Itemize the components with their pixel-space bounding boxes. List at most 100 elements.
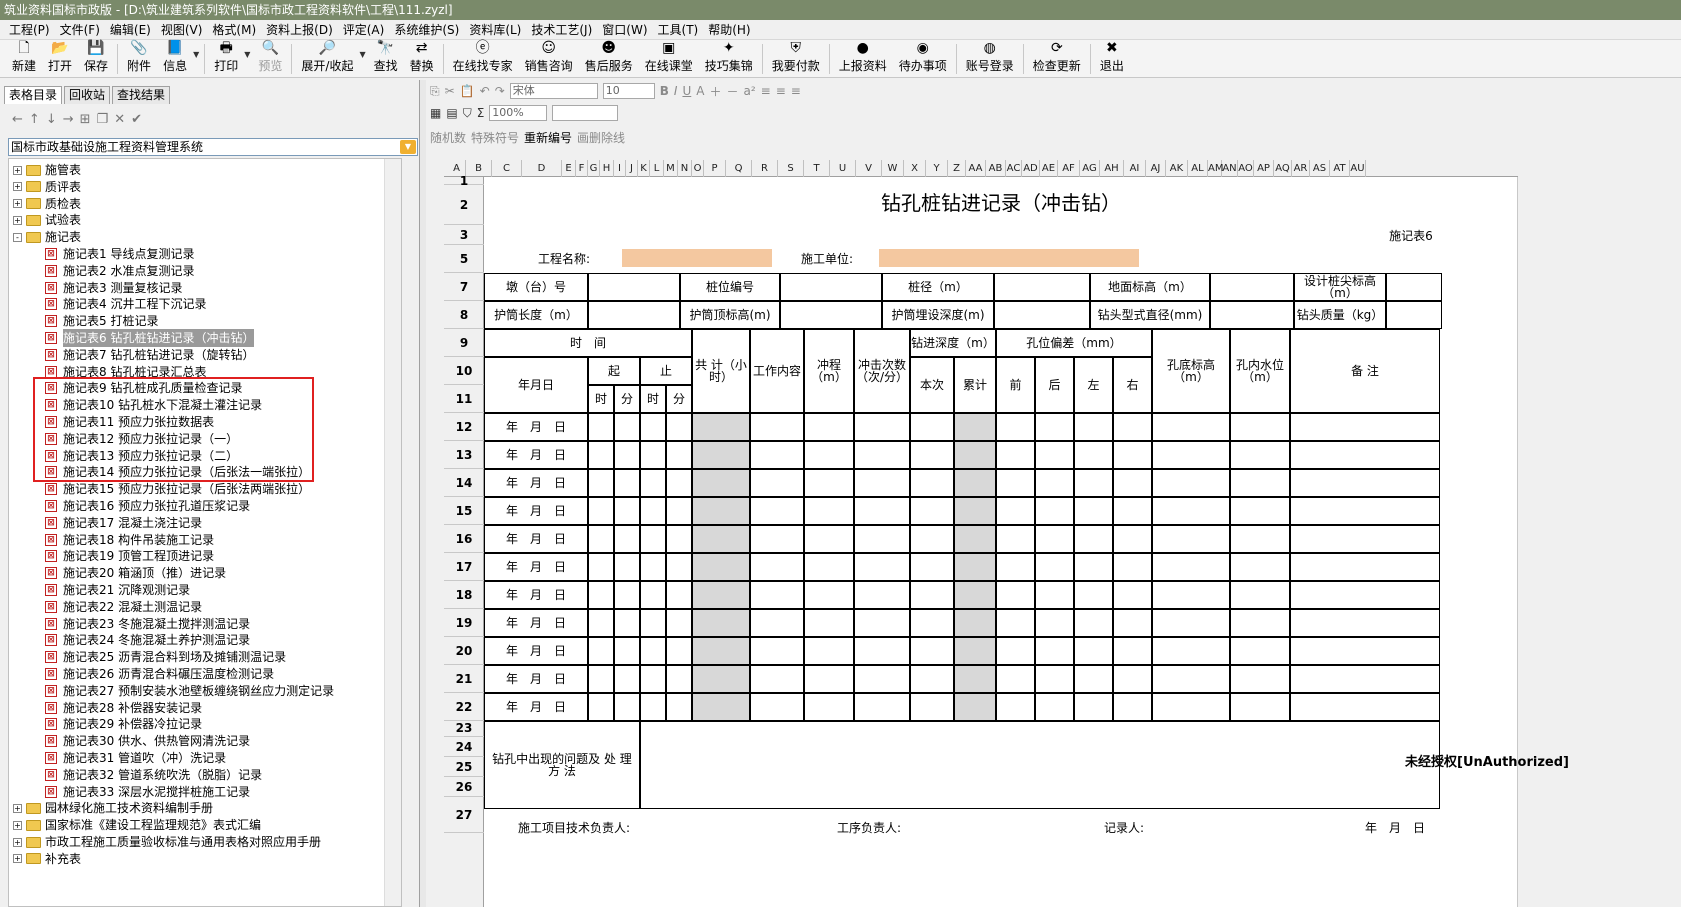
data-cell[interactable] — [614, 553, 640, 581]
tree-item[interactable]: ⊠ 施记表12 预应力张拉记录（一） — [45, 430, 238, 448]
data-cell[interactable] — [1074, 665, 1113, 693]
data-cell[interactable] — [640, 553, 666, 581]
data-cell[interactable] — [692, 609, 750, 637]
menu-format[interactable]: 格式(M) — [207, 21, 261, 39]
service-button[interactable]: ☻ 售后服务 — [579, 41, 639, 77]
data-cell[interactable] — [666, 553, 692, 581]
data-cell[interactable] — [666, 469, 692, 497]
tree-item[interactable]: ⊠ 施记表28 补偿器安装记录 — [45, 699, 202, 717]
data-cell[interactable] — [1113, 413, 1152, 441]
row-header-cell[interactable]: 17 — [444, 553, 484, 581]
data-cell[interactable] — [1290, 609, 1440, 637]
chevron-down-icon[interactable]: ▼ — [244, 50, 252, 77]
row-header-cell[interactable]: 20 — [444, 637, 484, 665]
tree-item[interactable]: ⊠ 施记表15 预应力张拉记录（后张法两端张拉） — [45, 480, 310, 498]
column-header-cell[interactable]: AL — [1188, 160, 1208, 177]
chevron-down-icon[interactable]: ▼ — [359, 50, 367, 77]
column-header-cell[interactable]: V — [856, 160, 882, 177]
tree-item[interactable]: ⊠ 施记表22 混凝土测温记录 — [45, 598, 202, 616]
data-cell[interactable] — [1290, 469, 1440, 497]
classroom-button[interactable]: ▣ 在线课堂 — [639, 41, 699, 77]
data-cell[interactable] — [1074, 413, 1113, 441]
data-cell[interactable] — [954, 441, 996, 469]
data-cell[interactable] — [614, 413, 640, 441]
data-cell[interactable] — [804, 581, 854, 609]
data-cell[interactable] — [1230, 553, 1290, 581]
random-number-button[interactable]: 随机数 — [430, 129, 466, 146]
menu-view[interactable]: 视图(V) — [156, 21, 208, 39]
expand-icon[interactable]: + — [13, 215, 22, 225]
data-cell[interactable] — [750, 497, 804, 525]
data-cell[interactable] — [1230, 609, 1290, 637]
data-cell[interactable] — [854, 413, 910, 441]
row-header-cell[interactable]: 5 — [444, 245, 484, 273]
column-header-cell[interactable]: AT — [1330, 160, 1350, 177]
data-cell[interactable] — [804, 497, 854, 525]
data-cell[interactable] — [910, 413, 954, 441]
data-cell[interactable] — [854, 665, 910, 693]
data-cell[interactable] — [854, 497, 910, 525]
data-cell[interactable] — [854, 553, 910, 581]
tree-folder[interactable]: + 园林绿化施工技术资料编制手册 — [13, 799, 213, 817]
data-cell[interactable] — [588, 497, 614, 525]
data-cell[interactable] — [854, 469, 910, 497]
sum-icon[interactable]: Σ — [477, 106, 485, 120]
tree-item[interactable]: ⊠ 施记表11 预应力张拉数据表 — [45, 413, 214, 431]
data-cell[interactable] — [996, 665, 1035, 693]
tab-search-results[interactable]: 查找结果 — [112, 86, 171, 104]
data-cell[interactable] — [614, 441, 640, 469]
column-header-cell[interactable]: AD — [1022, 160, 1040, 177]
data-cell[interactable] — [666, 581, 692, 609]
data-cell[interactable] — [692, 441, 750, 469]
find-button[interactable]: 🔭 查找 — [368, 41, 404, 77]
underline-icon[interactable]: U — [682, 84, 691, 98]
data-cell[interactable] — [1035, 581, 1074, 609]
data-cell[interactable] — [804, 469, 854, 497]
field-value-input[interactable] — [1386, 273, 1442, 301]
tree-item[interactable]: ⊠ 施记表18 构件吊装施工记录 — [45, 531, 214, 549]
tree-folder[interactable]: + 市政工程施工质量验收标准与通用表格对照应用手册 — [13, 833, 321, 851]
data-cell[interactable] — [666, 497, 692, 525]
data-cell[interactable] — [954, 637, 996, 665]
redo-icon[interactable]: ↷ — [495, 84, 505, 98]
data-cell[interactable] — [996, 609, 1035, 637]
tree-item[interactable]: ⊠ 施记表27 预制安装水池壁板缠绕钢丝应力测定记录 — [45, 682, 334, 700]
data-cell[interactable] — [750, 553, 804, 581]
column-header-cell[interactable]: AB — [986, 160, 1006, 177]
menu-help[interactable]: 帮助(H) — [703, 21, 755, 39]
data-cell[interactable] — [1113, 441, 1152, 469]
data-cell[interactable] — [692, 665, 750, 693]
info-button[interactable]: 📘 信息 — [157, 41, 193, 77]
data-cell[interactable] — [692, 497, 750, 525]
data-cell[interactable] — [692, 525, 750, 553]
tree-item[interactable]: ⊠ 施记表25 沥青混合料到场及摊铺测温记录 — [45, 648, 286, 666]
font-select[interactable]: 宋体 — [509, 83, 598, 99]
data-cell[interactable] — [588, 637, 614, 665]
preview-button[interactable]: 🔍 预览 — [252, 41, 288, 77]
column-header-cell[interactable]: AO — [1238, 160, 1254, 177]
column-header-cell[interactable]: AM — [1208, 160, 1223, 177]
menu-tech[interactable]: 技术工艺(J) — [526, 21, 597, 39]
data-cell[interactable] — [1152, 525, 1230, 553]
data-cell[interactable] — [1290, 497, 1440, 525]
tree-item[interactable]: ⊠ 施记表17 混凝土浇注记录 — [45, 514, 202, 532]
data-cell[interactable] — [614, 581, 640, 609]
tree-scrollbar[interactable] — [384, 159, 401, 906]
column-header-cell[interactable]: N — [678, 160, 692, 177]
row-header-cell[interactable]: 11 — [444, 385, 484, 413]
data-cell[interactable] — [1035, 525, 1074, 553]
column-header-cell[interactable]: F — [576, 160, 588, 177]
column-header-cell[interactable]: AH — [1100, 160, 1124, 177]
data-cell[interactable] — [1113, 525, 1152, 553]
data-cell[interactable] — [1290, 693, 1440, 721]
column-header-cell[interactable]: H — [600, 160, 614, 177]
data-cell[interactable] — [804, 609, 854, 637]
move-right-icon[interactable]: → — [63, 112, 74, 127]
move-down-icon[interactable]: ↓ — [46, 112, 57, 127]
tree-item[interactable]: ⊠ 施记表14 预应力张拉记录（后张法一端张拉） — [45, 463, 310, 481]
row-header-cell[interactable]: 26 — [444, 777, 484, 797]
data-cell[interactable] — [1074, 609, 1113, 637]
data-cell[interactable] — [588, 581, 614, 609]
superscript-icon[interactable]: a² — [744, 84, 756, 98]
data-cell[interactable] — [1230, 441, 1290, 469]
